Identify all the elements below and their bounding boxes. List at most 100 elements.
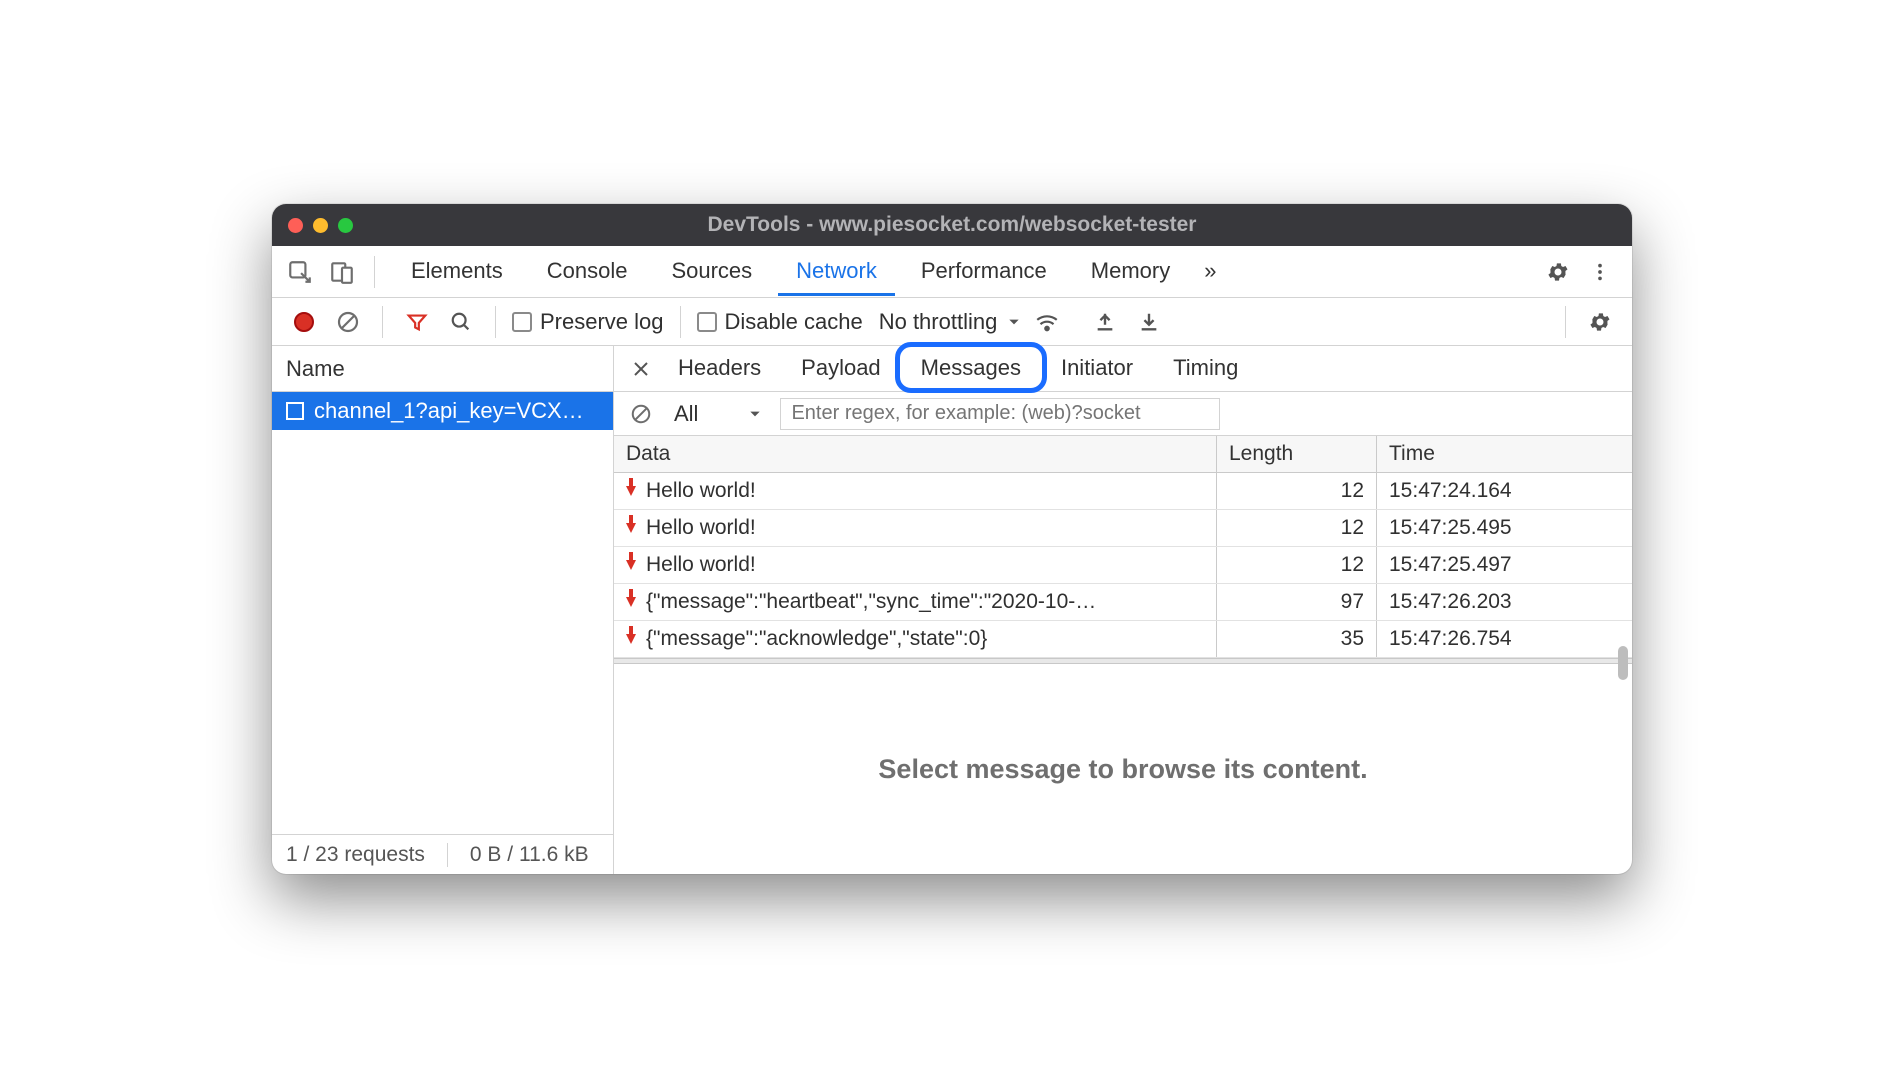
status-requests: 1 / 23 requests: [286, 843, 425, 867]
message-length: 12: [1217, 510, 1377, 546]
message-row[interactable]: {"message":"heartbeat","sync_time":"2020…: [614, 584, 1632, 621]
message-data: Hello world!: [646, 479, 756, 503]
preserve-log-label: Preserve log: [540, 309, 664, 335]
checkbox-icon: [697, 312, 717, 332]
status-bytes: 0 B / 11.6 kB: [470, 843, 589, 867]
message-time: 15:47:26.754: [1377, 621, 1632, 657]
request-detail-panel: Headers Payload Messages Initiator Timin…: [614, 346, 1632, 874]
message-length: 12: [1217, 547, 1377, 583]
tab-network[interactable]: Network: [778, 248, 895, 296]
throttling-select[interactable]: No throttling: [879, 309, 1022, 335]
col-header-length[interactable]: Length: [1217, 436, 1377, 472]
zoom-window-button[interactable]: [338, 218, 353, 233]
tab-memory[interactable]: Memory: [1073, 248, 1188, 296]
status-bar: 1 / 23 requests 0 B / 11.6 kB: [272, 834, 613, 874]
request-row[interactable]: channel_1?api_key=VCX…: [272, 392, 613, 430]
clear-button[interactable]: [330, 304, 366, 340]
requests-panel: Name channel_1?api_key=VCX… 1 / 23 reque…: [272, 346, 614, 874]
checkbox-icon: [512, 312, 532, 332]
incoming-arrow-icon: [626, 523, 636, 533]
messages-table: Hello world!1215:47:24.164Hello world!12…: [614, 473, 1632, 658]
subtab-timing[interactable]: Timing: [1155, 347, 1256, 391]
main-tabs: Elements Console Sources Network Perform…: [393, 248, 1225, 296]
message-data: {"message":"acknowledge","state":0}: [646, 627, 987, 651]
subtab-payload[interactable]: Payload: [783, 347, 899, 391]
export-har-icon[interactable]: [1131, 304, 1167, 340]
message-row[interactable]: Hello world! 1215:47:24.164: [614, 473, 1632, 510]
record-button[interactable]: [286, 304, 322, 340]
incoming-arrow-icon: [626, 486, 636, 496]
detail-tabs: Headers Payload Messages Initiator Timin…: [614, 346, 1632, 392]
disable-cache-checkbox[interactable]: Disable cache: [697, 309, 863, 335]
requests-header-name[interactable]: Name: [272, 346, 613, 392]
message-length: 35: [1217, 621, 1377, 657]
messages-header: Data Length Time: [614, 436, 1632, 473]
message-length: 97: [1217, 584, 1377, 620]
preserve-log-checkbox[interactable]: Preserve log: [512, 309, 664, 335]
device-toolbar-icon[interactable]: [324, 254, 360, 290]
subtab-messages-label: Messages: [921, 355, 1021, 380]
separator: [382, 306, 383, 338]
network-settings-icon[interactable]: [1582, 304, 1618, 340]
clear-messages-icon[interactable]: [626, 396, 656, 432]
incoming-arrow-icon: [626, 560, 636, 570]
message-type-select[interactable]: All: [666, 401, 770, 427]
network-content: Name channel_1?api_key=VCX… 1 / 23 reque…: [272, 346, 1632, 874]
throttling-value: No throttling: [879, 309, 998, 335]
search-icon[interactable]: [443, 304, 479, 340]
scrollbar-thumb[interactable]: [1618, 646, 1628, 680]
more-menu-icon[interactable]: [1582, 254, 1618, 290]
message-type-value: All: [674, 401, 698, 427]
message-time: 15:47:25.497: [1377, 547, 1632, 583]
subtab-headers[interactable]: Headers: [660, 347, 779, 391]
col-header-data[interactable]: Data: [614, 436, 1217, 472]
settings-icon[interactable]: [1540, 254, 1576, 290]
incoming-arrow-icon: [626, 597, 636, 607]
subtab-initiator[interactable]: Initiator: [1043, 347, 1151, 391]
tab-elements[interactable]: Elements: [393, 248, 521, 296]
disable-cache-label: Disable cache: [725, 309, 863, 335]
tab-performance[interactable]: Performance: [903, 248, 1065, 296]
close-window-button[interactable]: [288, 218, 303, 233]
message-time: 15:47:25.495: [1377, 510, 1632, 546]
requests-list: channel_1?api_key=VCX…: [272, 392, 613, 834]
separator: [495, 306, 496, 338]
separator: [447, 843, 448, 867]
network-toolbar: Preserve log Disable cache No throttling: [272, 298, 1632, 346]
message-data: Hello world!: [646, 553, 756, 577]
inspect-element-icon[interactable]: [282, 254, 318, 290]
message-time: 15:47:26.203: [1377, 584, 1632, 620]
filter-icon[interactable]: [399, 304, 435, 340]
chevron-down-icon: [1007, 315, 1021, 329]
main-tabs-row: Elements Console Sources Network Perform…: [272, 246, 1632, 298]
close-detail-icon[interactable]: [626, 351, 656, 387]
tabs-overflow[interactable]: »: [1196, 248, 1224, 296]
regex-filter-input[interactable]: [780, 398, 1220, 430]
separator: [374, 256, 375, 288]
request-name: channel_1?api_key=VCX…: [314, 398, 584, 424]
message-data: Hello world!: [646, 516, 756, 540]
separator: [1565, 306, 1566, 338]
chevron-down-icon: [748, 407, 762, 421]
minimize-window-button[interactable]: [313, 218, 328, 233]
message-placeholder: Select message to browse its content.: [614, 664, 1632, 874]
separator: [680, 306, 681, 338]
message-length: 12: [1217, 473, 1377, 509]
subtab-messages[interactable]: Messages: [903, 347, 1039, 391]
message-row[interactable]: {"message":"acknowledge","state":0} 3515:…: [614, 621, 1632, 658]
message-row[interactable]: Hello world! 1215:47:25.497: [614, 547, 1632, 584]
devtools-window: DevTools - www.piesocket.com/websocket-t…: [272, 204, 1632, 874]
import-har-icon[interactable]: [1087, 304, 1123, 340]
window-title: DevTools - www.piesocket.com/websocket-t…: [272, 213, 1632, 237]
network-conditions-icon[interactable]: [1029, 304, 1065, 340]
incoming-arrow-icon: [626, 634, 636, 644]
tab-sources[interactable]: Sources: [653, 248, 770, 296]
message-time: 15:47:24.164: [1377, 473, 1632, 509]
message-row[interactable]: Hello world! 1215:47:25.495: [614, 510, 1632, 547]
message-data: {"message":"heartbeat","sync_time":"2020…: [646, 590, 1096, 614]
col-header-time[interactable]: Time: [1377, 436, 1632, 472]
websocket-icon: [286, 402, 304, 420]
tab-console[interactable]: Console: [529, 248, 646, 296]
titlebar: DevTools - www.piesocket.com/websocket-t…: [272, 204, 1632, 246]
window-controls: [288, 218, 353, 233]
